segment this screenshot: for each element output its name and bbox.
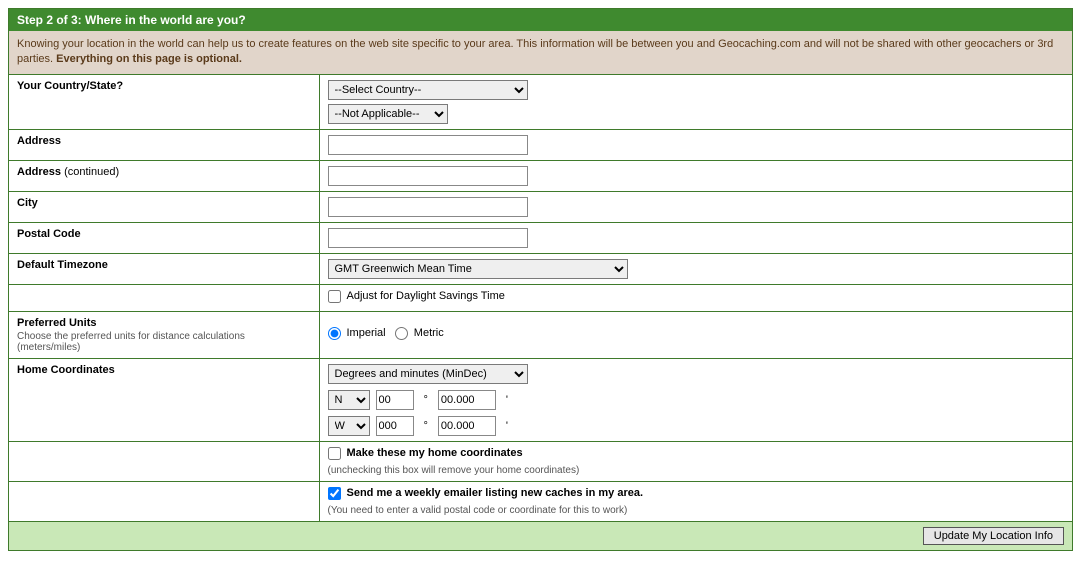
lat-row: N ° ' xyxy=(328,390,1065,410)
location-form-panel: Step 2 of 3: Where in the world are you?… xyxy=(8,8,1073,551)
lon-dir-select[interactable]: W xyxy=(328,416,370,436)
lat-dir-select[interactable]: N xyxy=(328,390,370,410)
label-city: City xyxy=(9,191,319,222)
lon-deg-input[interactable] xyxy=(376,416,414,436)
form-table: Your Country/State? --Select Country-- -… xyxy=(9,75,1072,550)
dst-checkbox-label[interactable]: Adjust for Daylight Savings Time xyxy=(328,290,505,303)
panel-intro: Knowing your location in the world can h… xyxy=(9,31,1072,75)
make-home-hint: (unchecking this box will remove your ho… xyxy=(328,465,1065,476)
make-home-checkbox[interactable] xyxy=(328,447,341,460)
weekly-hint: (You need to enter a valid postal code o… xyxy=(328,505,1065,516)
state-select[interactable]: --Not Applicable-- xyxy=(328,104,448,124)
address-input[interactable] xyxy=(328,135,528,155)
units-imperial-radio[interactable] xyxy=(328,327,341,340)
country-select[interactable]: --Select Country-- xyxy=(328,80,528,100)
timezone-select[interactable]: GMT Greenwich Mean Time xyxy=(328,259,628,279)
lon-min-input[interactable] xyxy=(438,416,496,436)
update-location-button[interactable]: Update My Location Info xyxy=(923,527,1064,545)
label-homecoord: Home Coordinates xyxy=(9,358,319,441)
dst-checkbox[interactable] xyxy=(328,290,341,303)
panel-title: Step 2 of 3: Where in the world are you? xyxy=(9,9,1072,31)
postal-input[interactable] xyxy=(328,228,528,248)
degree-symbol: ° xyxy=(420,394,432,406)
city-input[interactable] xyxy=(328,197,528,217)
degree-symbol: ° xyxy=(420,420,432,432)
lat-min-input[interactable] xyxy=(438,390,496,410)
minute-symbol: ' xyxy=(502,394,512,406)
weekly-checkbox-label[interactable]: Send me a weekly emailer listing new cac… xyxy=(328,487,644,500)
label-timezone: Default Timezone xyxy=(9,253,319,284)
weekly-text: Send me a weekly emailer listing new cac… xyxy=(347,487,644,499)
units-imperial-label[interactable]: Imperial xyxy=(328,327,386,340)
lat-deg-input[interactable] xyxy=(376,390,414,410)
label-units: Preferred Units Choose the preferred uni… xyxy=(9,311,319,358)
make-home-text: Make these my home coordinates xyxy=(347,447,523,459)
label-units-sub: Choose the preferred units for distance … xyxy=(17,331,311,353)
dst-label-text: Adjust for Daylight Savings Time xyxy=(347,290,505,302)
units-metric-radio[interactable] xyxy=(395,327,408,340)
coord-format-select[interactable]: Degrees and minutes (MinDec) xyxy=(328,364,528,384)
make-home-checkbox-label[interactable]: Make these my home coordinates xyxy=(328,447,523,460)
label-address2: Address (continued) xyxy=(9,160,319,191)
lon-row: W ° ' xyxy=(328,416,1065,436)
label-country: Your Country/State? xyxy=(9,75,319,130)
weekly-checkbox[interactable] xyxy=(328,487,341,500)
intro-bold: Everything on this page is optional. xyxy=(56,53,242,65)
units-metric-label[interactable]: Metric xyxy=(395,327,444,340)
label-postal: Postal Code xyxy=(9,222,319,253)
address2-input[interactable] xyxy=(328,166,528,186)
label-address: Address xyxy=(9,129,319,160)
minute-symbol: ' xyxy=(502,420,512,432)
